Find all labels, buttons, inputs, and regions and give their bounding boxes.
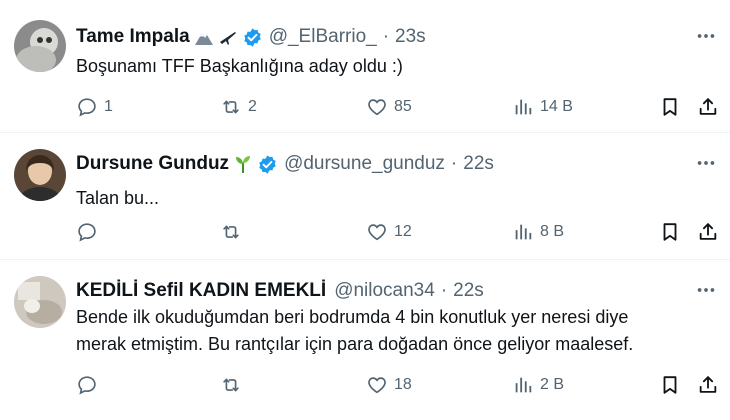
separator: · [382, 26, 390, 47]
display-name[interactable]: Dursune Gunduz [76, 153, 229, 175]
retweet-button[interactable] [220, 370, 248, 400]
more-icon[interactable] [694, 280, 718, 300]
reply-icon [76, 96, 98, 118]
timestamp[interactable]: 22s [453, 280, 484, 302]
avatar[interactable] [14, 276, 66, 328]
separator: · [440, 280, 448, 301]
share-icon [697, 221, 719, 243]
like-button[interactable]: 85 [366, 92, 412, 122]
like-button[interactable]: 12 [366, 217, 412, 247]
seedling-emoji-icon [233, 154, 253, 174]
avatar[interactable] [14, 20, 66, 72]
views-button[interactable]: 14 B [512, 92, 573, 122]
views-icon [512, 221, 534, 243]
share-icon [697, 374, 719, 396]
tweet-actions: 12 8 B [76, 217, 716, 247]
tweet-header: KEDİLİ Sefil KADIN EMEKLİ @nilocan34 · 2… [76, 280, 484, 302]
bookmark-button[interactable] [659, 370, 681, 400]
bookmark-icon [659, 221, 681, 243]
retweet-button[interactable] [220, 217, 248, 247]
avatar[interactable] [14, 149, 66, 201]
like-count: 18 [394, 376, 412, 393]
reply-button[interactable] [76, 217, 104, 247]
tweet-text-line: merak etmiştim. Bu rantçılar için para d… [76, 334, 634, 354]
tweet-actions: 18 2 B [76, 370, 716, 400]
tweet-text: Bende ilk okuduğumdan beri bodrumda 4 bi… [76, 304, 716, 358]
bookmark-icon [659, 374, 681, 396]
display-name[interactable]: KEDİLİ Sefil KADIN EMEKLİ [76, 280, 326, 302]
timestamp[interactable]: 23s [395, 26, 426, 48]
airplane-emoji-icon [218, 28, 238, 46]
views-button[interactable]: 8 B [512, 217, 564, 247]
user-handle[interactable]: @dursune_gunduz [284, 153, 445, 175]
views-icon [512, 374, 534, 396]
views-count: 2 B [540, 376, 565, 393]
retweet-icon [220, 221, 242, 243]
tweet-card[interactable]: Tame Impala @_ElBarrio_ · 23s Boşunamı T… [0, 0, 730, 133]
views-count: 14 B [540, 98, 573, 115]
reply-button[interactable]: 1 [76, 92, 113, 122]
bookmark-icon [659, 96, 681, 118]
retweet-button[interactable]: 2 [220, 92, 257, 122]
bookmark-button[interactable] [659, 217, 681, 247]
reply-button[interactable] [76, 370, 104, 400]
tweet-text: Boşunamı TFF Başkanlığına aday oldu :) [76, 56, 403, 76]
share-icon [697, 96, 719, 118]
bookmark-button[interactable] [659, 92, 681, 122]
reply-icon [76, 374, 98, 396]
reply-count: 1 [104, 98, 113, 115]
more-icon[interactable] [694, 26, 718, 46]
like-count: 12 [394, 223, 412, 240]
like-icon [366, 96, 388, 118]
like-icon [366, 374, 388, 396]
views-count: 8 B [540, 223, 565, 240]
retweet-count: 2 [248, 98, 257, 115]
user-handle[interactable]: @nilocan34 [334, 280, 435, 302]
tweet-text-line: Bende ilk okuduğumdan beri bodrumda 4 bi… [76, 307, 629, 327]
like-button[interactable]: 18 [366, 370, 412, 400]
display-name[interactable]: Tame Impala [76, 26, 190, 48]
tweet-header: Tame Impala @_ElBarrio_ · 23s [76, 26, 426, 48]
share-button[interactable] [697, 217, 719, 247]
verified-icon [242, 27, 263, 48]
more-icon[interactable] [694, 153, 718, 173]
verified-icon [257, 154, 278, 175]
views-button[interactable]: 2 B [512, 370, 564, 400]
tweet-card[interactable]: Dursune Gunduz @dursune_gunduz · 22s Tal… [0, 133, 730, 260]
like-icon [366, 221, 388, 243]
tweet-card[interactable]: KEDİLİ Sefil KADIN EMEKLİ @nilocan34 · 2… [0, 260, 730, 420]
user-handle[interactable]: @_ElBarrio_ [269, 26, 377, 48]
retweet-icon [220, 96, 242, 118]
share-button[interactable] [697, 92, 719, 122]
retweet-icon [220, 374, 242, 396]
separator: · [450, 153, 458, 174]
views-icon [512, 96, 534, 118]
tweet-text: Talan bu... [76, 188, 160, 208]
like-count: 85 [394, 98, 412, 115]
tweet-header: Dursune Gunduz @dursune_gunduz · 22s [76, 153, 494, 175]
share-button[interactable] [697, 370, 719, 400]
timestamp[interactable]: 22s [463, 153, 494, 175]
reply-icon [76, 221, 98, 243]
mountain-emoji-icon [194, 28, 214, 46]
tweet-feed: Tame Impala @_ElBarrio_ · 23s Boşunamı T… [0, 0, 730, 420]
tweet-actions: 1 2 85 14 B [76, 92, 716, 122]
